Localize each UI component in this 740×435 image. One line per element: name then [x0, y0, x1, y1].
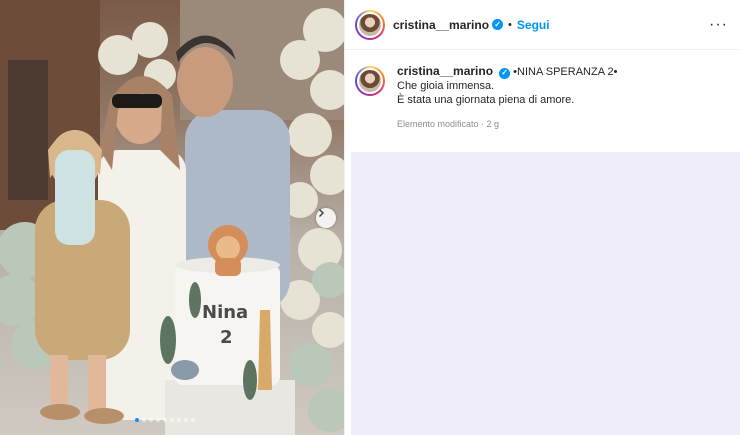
separator-dot: •: [508, 18, 512, 31]
caption-line: Che gioia immensa.: [397, 80, 495, 92]
carousel-dot: [142, 418, 146, 422]
cake-number: 2: [220, 327, 233, 348]
post-panel: cristina__marino ✓ • Segui ··· cristina_…: [344, 0, 740, 435]
carousel-next-button[interactable]: [316, 208, 336, 228]
carousel-dot: [184, 418, 188, 422]
avatar[interactable]: [355, 9, 385, 40]
verified-badge-icon: ✓: [499, 67, 511, 79]
carousel-dot: [156, 418, 160, 422]
carousel-dot: [135, 418, 139, 422]
more-options-icon[interactable]: ···: [709, 16, 728, 34]
party-scene: Nina 2: [0, 0, 344, 435]
username-link[interactable]: cristina__marino: [393, 18, 489, 32]
post-photo[interactable]: Nina 2: [0, 0, 344, 435]
carousel-dot: [163, 418, 167, 422]
caption-username-link[interactable]: cristina__marino: [397, 64, 493, 78]
carousel-dot: [170, 418, 174, 422]
caption: cristina__marino ✓ •NINA SPERANZA 2• Che…: [345, 50, 740, 131]
carousel-dot: [177, 418, 181, 422]
post-header: cristina__marino ✓ • Segui ···: [345, 0, 740, 50]
carousel-dot: [191, 418, 195, 422]
follow-button[interactable]: Segui: [517, 18, 550, 32]
caption-title: •NINA SPERANZA 2•: [513, 66, 618, 78]
carousel-indicator: [135, 418, 195, 422]
cake-text: Nina: [202, 302, 248, 323]
chevron-right-icon: [318, 208, 325, 218]
carousel-dot: [149, 418, 153, 422]
caption-line: È stata una giornata piena di amore.: [397, 94, 575, 106]
caption-avatar[interactable]: [355, 66, 385, 96]
post-meta: Elemento modificato · 2 g: [397, 119, 500, 129]
verified-badge-icon: ✓: [492, 19, 504, 30]
blank-area: [351, 152, 740, 435]
